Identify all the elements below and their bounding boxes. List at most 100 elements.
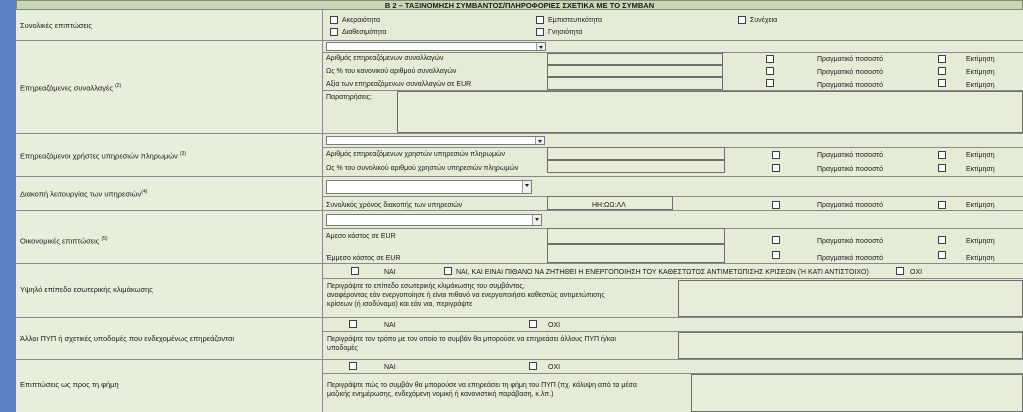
form-sheet: Β 2 – ΤΑΞΙΝΟΜΗΣΗ ΣΥΜΒΑΝΤΟΣ/ΠΛΗΡΟΦΟΡΙΕΣ Σ… bbox=[0, 0, 1023, 412]
economic-impact-label-cell: Οικονομικές επιπτώσεις (5) bbox=[16, 211, 323, 264]
tx-value-label: Αξία των επηρεαζόμενων συναλλαγών σε EUR bbox=[326, 81, 472, 88]
downtime-estimate-label: Εκτίμηση bbox=[966, 202, 995, 209]
other-psp-yes-checkbox[interactable] bbox=[349, 320, 357, 328]
affected-transactions-label: Επηρεαζόμενες συναλλαγές (2) bbox=[20, 83, 122, 93]
confidentiality-checkbox[interactable] bbox=[536, 16, 544, 24]
downtime-actual-checkbox[interactable] bbox=[772, 201, 780, 209]
reputation-yes-checkbox[interactable] bbox=[349, 362, 357, 370]
tx-percent-label: Ως % του κανονικού αριθμού συναλλαγών bbox=[326, 68, 457, 75]
downtime-total-label: Συνολικός χρόνος διακοπής των υπηρεσιών bbox=[326, 202, 463, 209]
users-percent-actual-checkbox[interactable] bbox=[772, 164, 780, 172]
indirect-cost-input[interactable] bbox=[547, 244, 725, 263]
tx-value-actual-label: Πραγματικό ποσοστό bbox=[817, 82, 884, 89]
indirect-cost-label: Έμμεσο κόστος σε EUR bbox=[326, 255, 401, 262]
users-count-actual-label: Πραγματικό ποσοστό bbox=[817, 152, 884, 159]
overall-impact-options-cell bbox=[323, 10, 1023, 41]
tx-value-input[interactable] bbox=[547, 77, 723, 90]
service-downtime-label: Διακοπή λειτουργίας των υπηρεσιών(4) bbox=[20, 189, 148, 199]
users-count-label: Αριθμός επηρεαζόμενων χρηστών υπηρεσιών … bbox=[326, 151, 505, 158]
direct-cost-estimate-label: Εκτίμηση bbox=[966, 238, 995, 245]
reputation-description-line: μαζικής ενημέρωσης, ενδεχόμενη νομική ή … bbox=[327, 391, 554, 398]
downtime-format-label: ΗΗ:ΩΩ:ΛΛ bbox=[592, 202, 626, 209]
tx-value-estimate-label: Εκτίμηση bbox=[966, 82, 995, 89]
users-percent-estimate-checkbox[interactable] bbox=[938, 164, 946, 172]
tx-notes-label: Παρατηρήσεις: bbox=[326, 94, 372, 101]
transactions-dropdown[interactable] bbox=[326, 42, 546, 51]
tx-count-input[interactable] bbox=[547, 53, 723, 65]
other-psp-no-checkbox[interactable] bbox=[529, 320, 537, 328]
indirect-cost-estimate-checkbox[interactable] bbox=[938, 251, 946, 259]
indirect-cost-estimate-label: Εκτίμηση bbox=[966, 255, 995, 262]
downtime-estimate-checkbox[interactable] bbox=[938, 201, 946, 209]
affected-transactions-label-cell: Επηρεαζόμενες συναλλαγές (2) bbox=[16, 41, 323, 134]
tx-percent-actual-label: Πραγματικό ποσοστό bbox=[817, 69, 884, 76]
integrity-checkbox[interactable] bbox=[330, 16, 338, 24]
tx-value-actual-checkbox[interactable] bbox=[766, 79, 774, 87]
reputation-description-input[interactable] bbox=[691, 374, 1023, 412]
affected-users-label: Επηρεαζόμενοι χρήστες υπηρεσιών πληρωμών… bbox=[20, 151, 187, 161]
availability-label: Διαθεσιμότητα bbox=[342, 29, 387, 36]
chevron-down-icon[interactable] bbox=[532, 215, 541, 225]
downtime-actual-label: Πραγματικό ποσοστό bbox=[817, 202, 884, 209]
reputation-no-checkbox[interactable] bbox=[529, 362, 537, 370]
divider bbox=[323, 278, 1023, 279]
users-percent-label: Ως % του συνολικού αριθμού χρηστών υπηρε… bbox=[326, 165, 519, 172]
section-header: Β 2 – ΤΑΞΙΝΟΜΗΣΗ ΣΥΜΒΑΝΤΟΣ/ΠΛΗΡΟΦΟΡΙΕΣ Σ… bbox=[16, 0, 1023, 10]
availability-checkbox[interactable] bbox=[330, 28, 338, 36]
tx-percent-actual-checkbox[interactable] bbox=[766, 67, 774, 75]
other-psp-yes-label: ΝΑΙ bbox=[384, 322, 396, 329]
economic-dropdown[interactable] bbox=[326, 214, 542, 226]
escalation-yes-label: ΝΑΙ bbox=[384, 269, 396, 276]
escalation-no-label: ΟΧΙ bbox=[910, 269, 923, 276]
chevron-down-icon[interactable] bbox=[535, 137, 544, 144]
reputation-label-cell: Επιπτώσεις ως προς τη φήμη bbox=[16, 360, 323, 412]
other-psp-description-line: υποδομές bbox=[327, 345, 358, 352]
other-psp-description-input[interactable] bbox=[678, 332, 1023, 359]
users-count-input[interactable] bbox=[547, 147, 725, 160]
users-dropdown[interactable] bbox=[326, 136, 545, 145]
tx-notes-input[interactable] bbox=[397, 91, 1023, 133]
tx-percent-input[interactable] bbox=[547, 65, 723, 77]
escalation-description-line: Περιγράψτε το επίπεδο εσωτερικής κλιμάκω… bbox=[327, 283, 525, 290]
indirect-cost-actual-label: Πραγματικό ποσοστό bbox=[817, 255, 884, 262]
internal-escalation-label-cell: Υψηλό επίπεδο εσωτερικής κλιμάκωσης bbox=[16, 264, 323, 318]
left-accent-strip bbox=[0, 0, 16, 412]
direct-cost-estimate-checkbox[interactable] bbox=[938, 236, 946, 244]
escalation-yes-checkbox[interactable] bbox=[351, 267, 359, 275]
escalation-no-checkbox[interactable] bbox=[896, 267, 904, 275]
users-count-actual-checkbox[interactable] bbox=[772, 151, 780, 159]
direct-cost-actual-checkbox[interactable] bbox=[772, 236, 780, 244]
reputation-description-line: Περιγράψτε πώς το συμβάν θα μπορούσε να … bbox=[327, 382, 637, 389]
other-psp-label-cell: Άλλοι ΠΥΠ ή σχετικές υποδομές που ενδεχο… bbox=[16, 318, 323, 360]
escalation-yes-crisis-checkbox[interactable] bbox=[444, 267, 452, 275]
economic-impact-label: Οικονομικές επιπτώσεις (5) bbox=[20, 236, 108, 246]
internal-escalation-label: Υψηλό επίπεδο εσωτερικής κλιμάκωσης bbox=[20, 285, 153, 294]
tx-count-estimate-checkbox[interactable] bbox=[938, 55, 946, 63]
continuity-checkbox[interactable] bbox=[738, 16, 746, 24]
divider bbox=[323, 196, 1023, 197]
escalation-description: Περιγράψτε το επίπεδο εσωτερικής κλιμάκω… bbox=[327, 282, 675, 309]
chevron-down-icon[interactable] bbox=[536, 43, 545, 50]
reputation-yes-label: ΝΑΙ bbox=[384, 364, 396, 371]
tx-count-actual-label: Πραγματικό ποσοστό bbox=[817, 56, 884, 63]
overall-impact-label: Συνολικές επιπτώσεις bbox=[20, 21, 93, 30]
direct-cost-input[interactable] bbox=[547, 228, 725, 244]
authenticity-checkbox[interactable] bbox=[536, 28, 544, 36]
other-psp-description-line: Περιγράψτε τον τρόπο με τον οποίο το συμ… bbox=[327, 336, 616, 343]
indirect-cost-actual-checkbox[interactable] bbox=[772, 251, 780, 259]
chevron-down-icon[interactable] bbox=[522, 181, 531, 193]
escalation-description-input[interactable] bbox=[678, 280, 1023, 317]
tx-value-estimate-checkbox[interactable] bbox=[938, 79, 946, 87]
escalation-description-line: κρίσεων (ή ισοδύναμο) και εάν ναι, περιγ… bbox=[327, 301, 473, 308]
tx-count-label: Αριθμός επηρεαζόμενων συναλλαγών bbox=[326, 55, 444, 62]
users-percent-input[interactable] bbox=[547, 160, 725, 173]
users-count-estimate-checkbox[interactable] bbox=[938, 151, 946, 159]
tx-count-actual-checkbox[interactable] bbox=[766, 55, 774, 63]
users-percent-actual-label: Πραγματικό ποσοστό bbox=[817, 166, 884, 173]
downtime-dropdown[interactable] bbox=[326, 180, 532, 194]
other-psp-description: Περιγράψτε τον τρόπο με τον οποίο το συμ… bbox=[327, 335, 675, 353]
tx-percent-estimate-checkbox[interactable] bbox=[938, 67, 946, 75]
other-psp-label: Άλλοι ΠΥΠ ή σχετικές υποδομές που ενδεχο… bbox=[20, 334, 234, 343]
escalation-description-line: αναφέροντας εάν ενεργοποίησε ή είναι πιθ… bbox=[327, 292, 605, 299]
authenticity-label: Γνησιότητα bbox=[548, 29, 583, 36]
